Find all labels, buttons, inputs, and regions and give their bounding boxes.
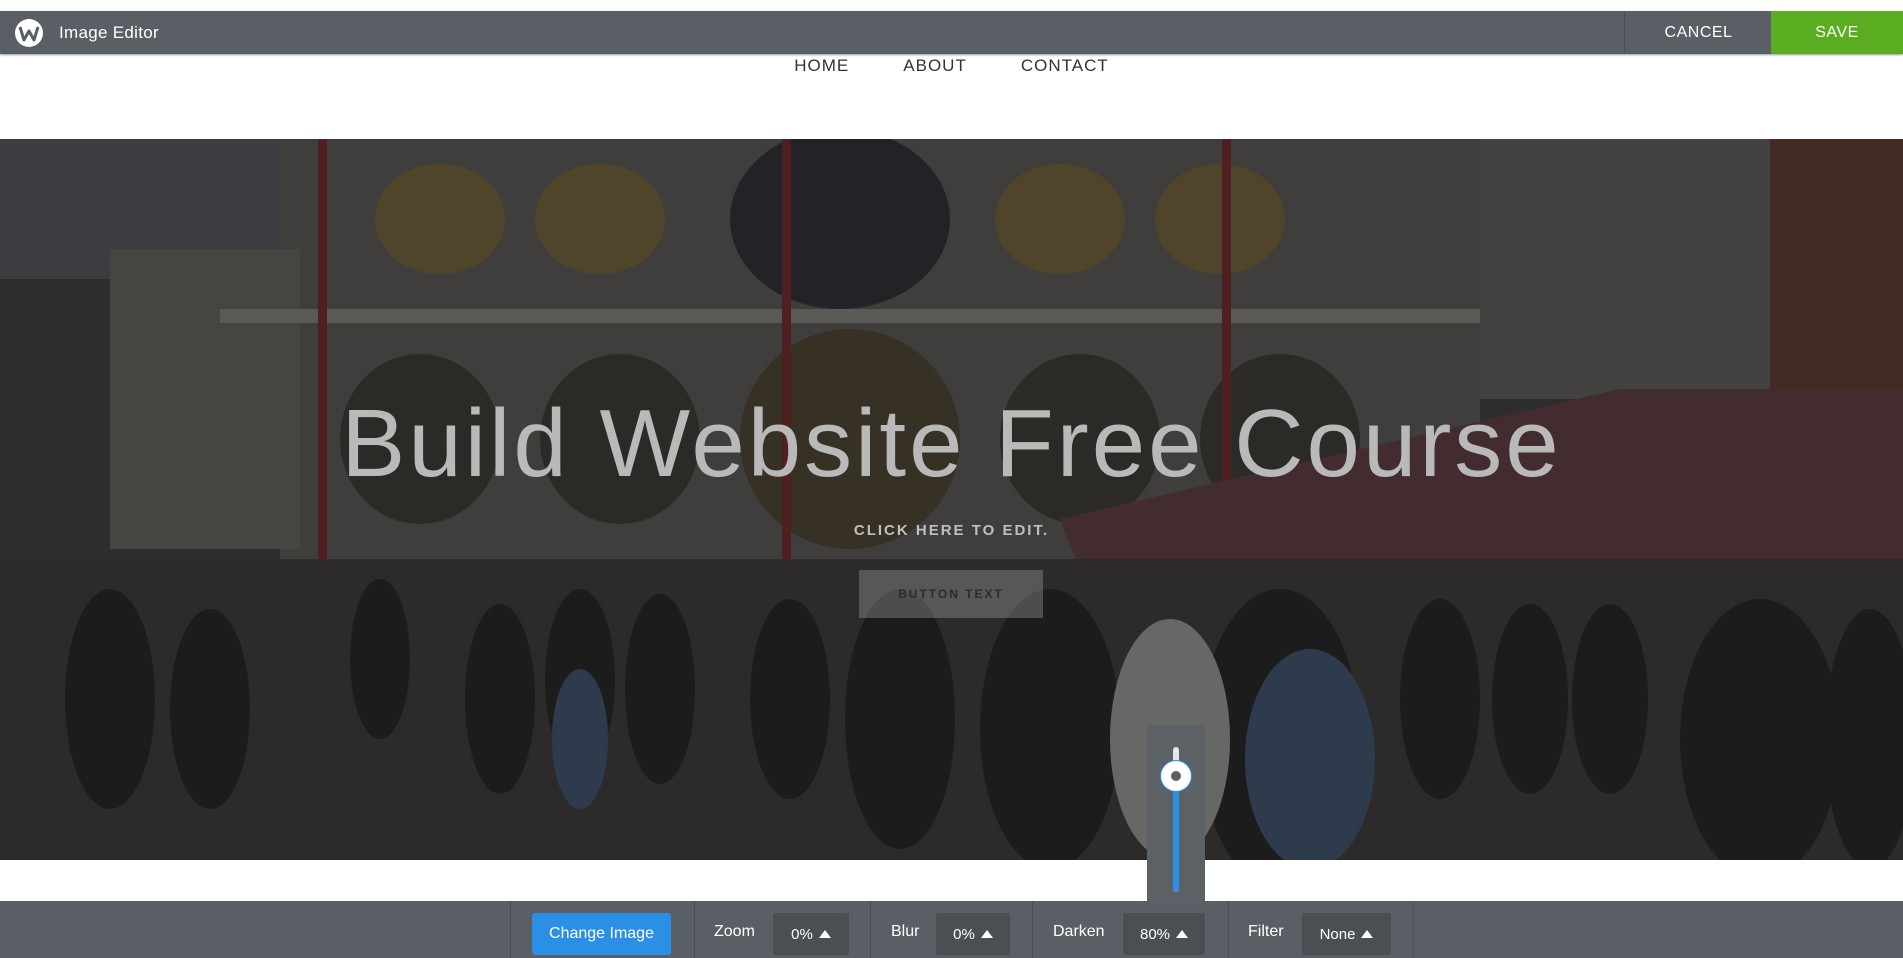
toolbar-divider	[870, 901, 871, 958]
darken-label: Darken	[1053, 923, 1105, 940]
darken-dropdown[interactable]: 80%	[1123, 913, 1205, 955]
toolbar-divider	[1228, 901, 1229, 958]
nav-item-contact[interactable]: CONTACT	[1021, 56, 1109, 76]
zoom-dropdown[interactable]: 0%	[773, 913, 849, 955]
filter-value: None	[1319, 925, 1356, 943]
toolbar-divider	[510, 901, 511, 958]
slider-fill	[1173, 776, 1179, 892]
zoom-value: 0%	[791, 925, 813, 943]
slider-handle-dot	[1171, 771, 1181, 781]
nav-item-home[interactable]: HOME	[794, 56, 849, 76]
blur-dropdown[interactable]: 0%	[936, 913, 1010, 955]
zoom-label: Zoom	[714, 923, 755, 940]
weebly-logo-icon	[15, 19, 43, 47]
blur-label: Blur	[891, 923, 920, 940]
nav-item-about[interactable]: ABOUT	[903, 56, 967, 76]
cancel-button[interactable]: CANCEL	[1624, 11, 1772, 54]
chevron-up-icon	[1361, 930, 1374, 938]
image-toolbar: Change Image Zoom 0% Blur 0% Darken 80% …	[0, 901, 1903, 958]
toolbar-divider	[1413, 901, 1414, 958]
chevron-up-icon	[818, 930, 831, 938]
chevron-up-icon	[1176, 930, 1189, 938]
filter-label: Filter	[1248, 923, 1284, 940]
change-image-button[interactable]: Change Image	[532, 913, 671, 955]
hero-banner[interactable]: Build Website Free Course CLICK HERE TO …	[0, 139, 1903, 860]
hero-button[interactable]: BUTTON TEXT	[859, 570, 1043, 618]
chevron-up-icon	[980, 930, 993, 938]
darken-value: 80%	[1139, 925, 1171, 943]
hero-background-image	[0, 139, 1903, 860]
slider-handle[interactable]	[1161, 761, 1191, 791]
site-nav: HOME ABOUT CONTACT	[0, 56, 1903, 76]
editor-top-bar: Image Editor CANCEL SAVE	[0, 11, 1903, 54]
save-button[interactable]: SAVE	[1771, 11, 1903, 54]
app-title: Image Editor	[59, 23, 159, 42]
toolbar-divider	[694, 901, 695, 958]
toolbar-divider	[1032, 901, 1033, 958]
hero-subtitle[interactable]: CLICK HERE TO EDIT.	[0, 522, 1903, 539]
darken-slider-popup[interactable]	[1147, 725, 1205, 915]
hero-title[interactable]: Build Website Free Course	[0, 389, 1903, 499]
filter-dropdown[interactable]: None	[1302, 913, 1391, 955]
blur-value: 0%	[953, 925, 975, 943]
